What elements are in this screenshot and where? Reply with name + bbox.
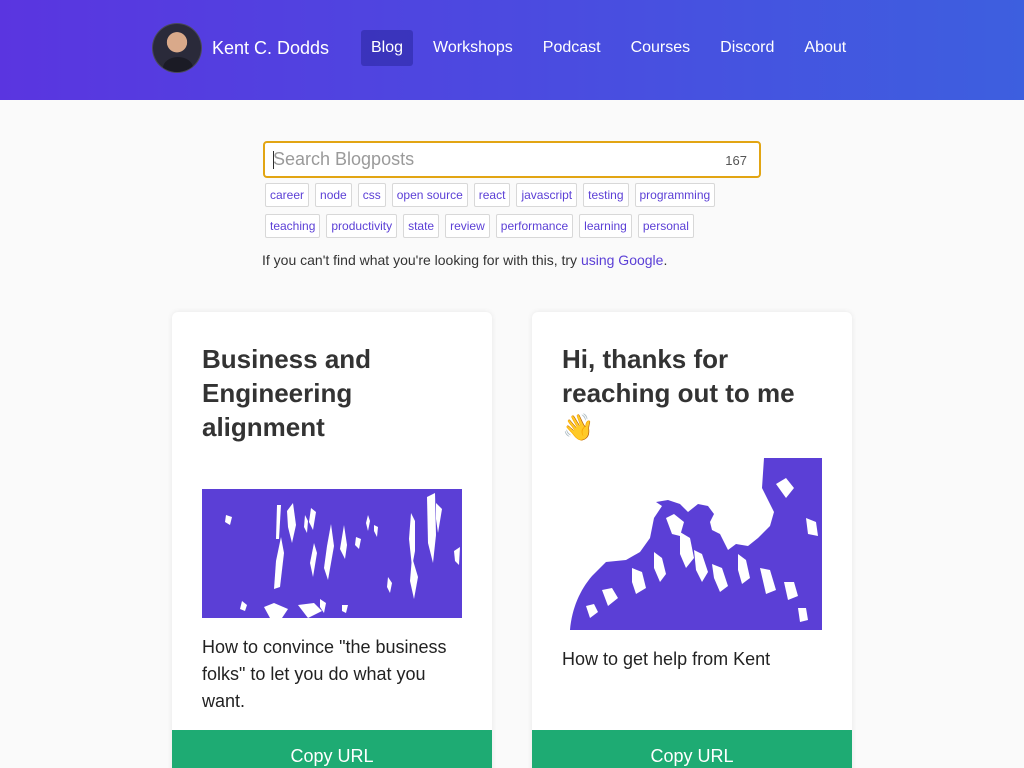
blog-card[interactable]: Business and Engineering alignment How t… — [172, 312, 492, 768]
card-title: Business and Engineering alignment — [202, 344, 372, 442]
card-description: How to get help from Kent — [562, 649, 771, 669]
card-description: How to convince "the business folks" to … — [202, 637, 447, 711]
card-illustration — [202, 489, 462, 618]
card-image — [562, 458, 822, 630]
avatar — [152, 23, 202, 73]
card-illustration — [562, 458, 822, 630]
card-title-text: Hi, thanks for reaching out to me — [562, 344, 795, 408]
hint-suffix: . — [663, 252, 668, 268]
copy-url-button[interactable]: Copy URL — [172, 730, 492, 768]
search-input[interactable] — [265, 149, 695, 170]
tag-learning[interactable]: learning — [579, 214, 632, 238]
nav-item-courses[interactable]: Courses — [621, 30, 701, 66]
card-title: Hi, thanks for reaching out to me 👋 — [562, 342, 832, 444]
text-caret — [273, 151, 274, 169]
brand-link[interactable]: Kent C. Dodds — [152, 23, 329, 73]
tag-row: career node css open source react javasc… — [265, 183, 765, 207]
blog-card[interactable]: Hi, thanks for reaching out to me 👋 How … — [532, 312, 852, 768]
tag-testing[interactable]: testing — [583, 183, 629, 207]
tag-react[interactable]: react — [473, 183, 511, 207]
card-image — [202, 489, 462, 618]
brand-name: Kent C. Dodds — [212, 37, 330, 58]
tag-programming[interactable]: programming — [634, 183, 716, 207]
copy-url-button[interactable]: Copy URL — [532, 730, 852, 768]
google-search-link[interactable]: using Google — [581, 252, 664, 268]
tag-state[interactable]: state — [403, 214, 440, 238]
search-hint: If you can't find what you're looking fo… — [262, 252, 667, 268]
tag-node[interactable]: node — [315, 183, 352, 207]
tag-row: teaching productivity state review perfo… — [265, 214, 765, 238]
search-result-count: 167 — [725, 153, 747, 168]
tag-javascript[interactable]: javascript — [516, 183, 578, 207]
main-nav: Blog Workshops Podcast Courses Discord A… — [361, 30, 866, 66]
nav-item-discord[interactable]: Discord — [710, 30, 784, 66]
tag-teaching[interactable]: teaching — [265, 214, 321, 238]
search-section: 167 — [263, 141, 761, 178]
nav-item-workshops[interactable]: Workshops — [423, 30, 523, 66]
tag-open-source[interactable]: open source — [391, 183, 468, 207]
tag-performance[interactable]: performance — [495, 214, 574, 238]
tag-list: career node css open source react javasc… — [265, 183, 765, 245]
tag-productivity[interactable]: productivity — [326, 214, 398, 238]
nav-item-about[interactable]: About — [794, 30, 856, 66]
nav-item-podcast[interactable]: Podcast — [533, 30, 611, 66]
tag-career[interactable]: career — [265, 183, 310, 207]
hint-text: If you can't find what you're looking fo… — [262, 252, 578, 268]
tag-review[interactable]: review — [445, 214, 490, 238]
tag-css[interactable]: css — [357, 183, 386, 207]
site-header: Kent C. Dodds Blog Workshops Podcast Cou… — [0, 0, 1024, 100]
waving-hand-icon: 👋 — [562, 412, 595, 442]
search-box: 167 — [263, 141, 761, 178]
nav-item-blog[interactable]: Blog — [361, 30, 414, 66]
tag-personal[interactable]: personal — [637, 214, 694, 238]
